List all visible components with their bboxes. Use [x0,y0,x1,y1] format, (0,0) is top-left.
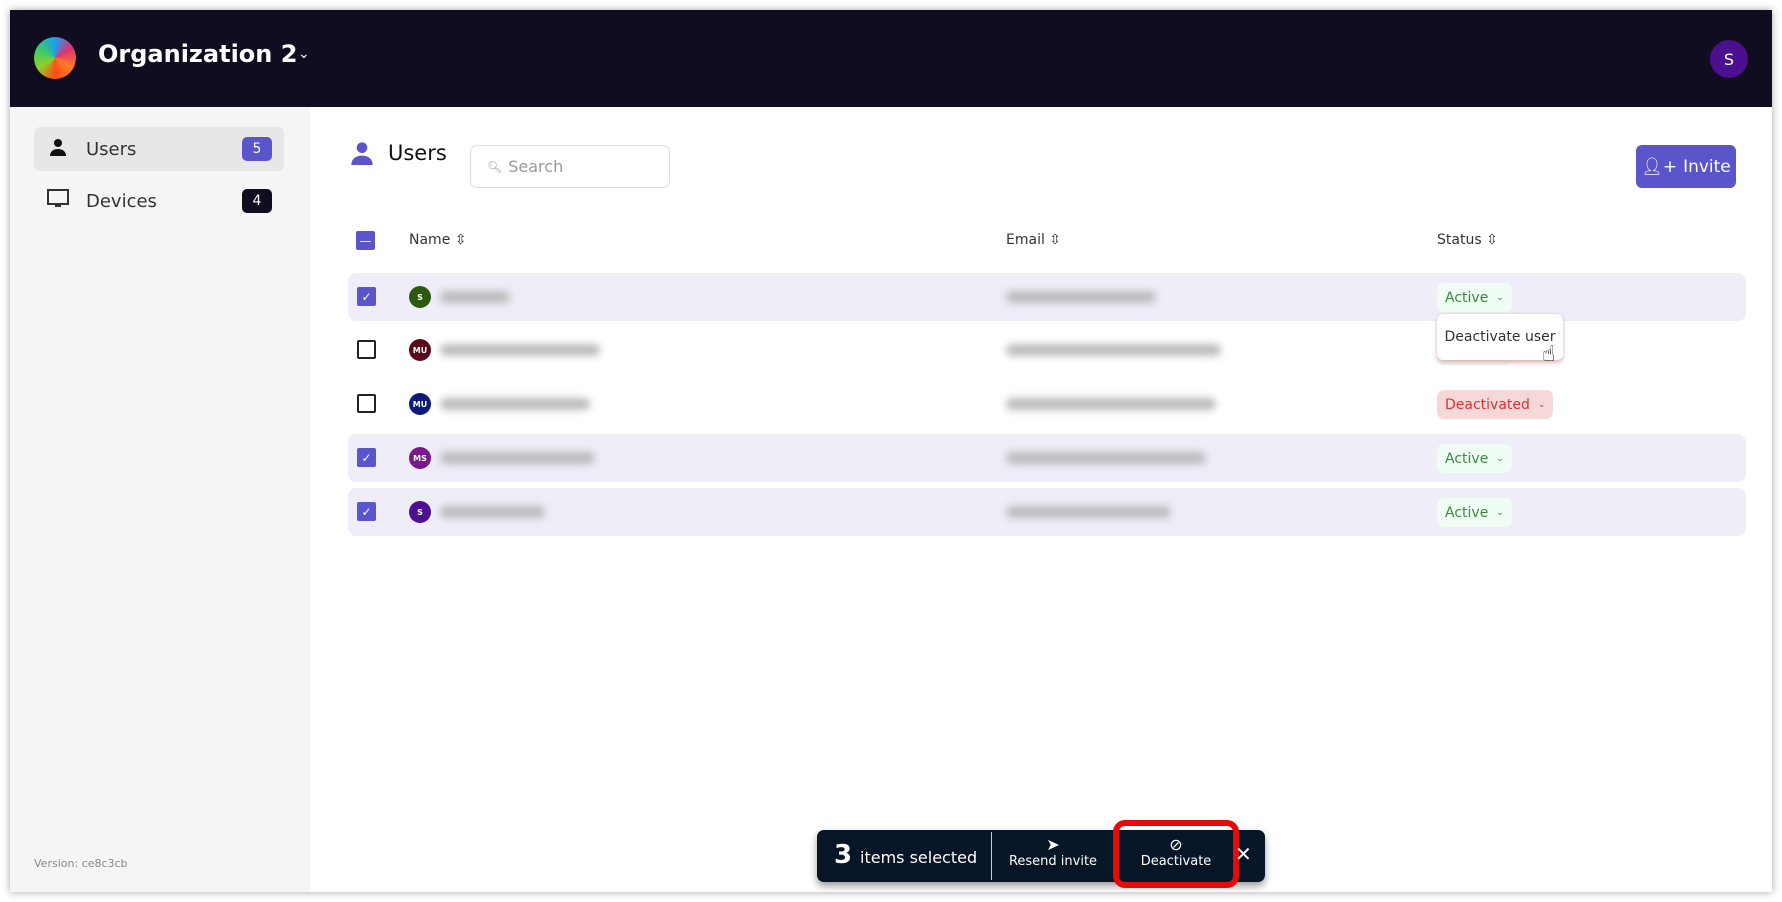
user-icon [351,142,373,165]
page-title: Users [350,141,447,165]
select-all-checkbox[interactable]: — [356,231,375,250]
row-checkbox[interactable] [357,340,376,359]
search-icon: 🔍︎ [487,159,503,174]
resend-invite-button[interactable]: ➤ Resend invite [1003,835,1103,870]
count-badge: 4 [242,189,272,213]
sidebar: Users 5 Devices 4 Version: ce8c3cb [10,107,310,892]
chevron-down-icon: ⌄ [1496,507,1504,518]
sidebar-item-label: Devices [86,190,157,212]
count-badge: 5 [242,137,272,161]
status-dropdown[interactable]: Active⌄ [1437,498,1512,527]
top-bar: Organization 2 ⌄ S [10,10,1772,107]
search-input[interactable]: 🔍︎ Search [470,145,670,188]
user-email-redacted [1006,398,1216,410]
avatar: S [409,286,431,308]
row-checkbox[interactable] [357,394,376,413]
main-content: Users 🔍︎ Search 👤︎+ Invite — Name ⇳ Emai… [310,107,1772,892]
chevron-down-icon: ⌄ [1496,453,1504,464]
table-row[interactable]: ✓ MS Active ⌄ [348,434,1746,482]
sidebar-item-label: Users [86,138,137,160]
bulk-action-bar: 3 items selected ➤ Resend invite ⊘ Deact… [817,820,1265,888]
user-icon [46,138,70,161]
status-dropdown[interactable]: Active⌄ [1437,283,1512,312]
selected-count: 3 [834,840,853,870]
avatar: MU [409,393,431,415]
sidebar-item-users[interactable]: Users 5 [34,127,284,171]
status-dropdown[interactable]: Deactivated ⌄ [1437,390,1554,419]
table-row[interactable]: ✓ S Active ⌄ [348,488,1746,536]
selected-label: items selected [860,848,978,867]
column-status[interactable]: Status ⇳ [1437,232,1498,248]
version-text: Version: ce8c3cb [34,857,128,870]
avatar: MU [409,339,431,361]
status-dropdown[interactable]: Active⌄ [1437,444,1512,473]
app-window: Organization 2 ⌄ S Users 5 Devices 4 Ver… [10,10,1772,892]
close-icon[interactable]: ✕ [1235,842,1252,866]
hand-cursor-icon: ☝ [1542,342,1556,367]
avatar: S [409,501,431,523]
chevron-down-icon[interactable]: ⌄ [298,46,310,62]
column-email[interactable]: Email ⇳ [1006,232,1061,248]
row-checkbox[interactable]: ✓ [357,287,376,306]
search-placeholder: Search [508,157,564,176]
invite-button[interactable]: 👤︎+ Invite [1636,145,1736,188]
divider [991,832,992,880]
table-row[interactable]: MU Deactivated ⌄ [348,380,1746,428]
table-header: — Name ⇳ Email ⇳ Status ⇳ [348,222,1746,258]
column-name[interactable]: Name ⇳ [409,232,467,248]
org-name[interactable]: Organization 2 [98,40,297,68]
user-email-redacted [1006,506,1171,518]
user-email-redacted [1006,452,1206,464]
user-email-redacted [1006,344,1221,356]
user-email-redacted [1006,291,1156,303]
row-checkbox[interactable]: ✓ [357,448,376,467]
invite-label: Invite [1683,156,1731,177]
row-checkbox[interactable]: ✓ [357,502,376,521]
user-avatar[interactable]: S [1710,40,1748,78]
avatar: MS [409,447,431,469]
user-name-redacted [440,291,510,303]
sidebar-item-devices[interactable]: Devices 4 [34,179,284,223]
add-user-icon: 👤︎+ [1641,156,1678,177]
user-name-redacted [440,344,600,356]
chevron-down-icon: ⌄ [1496,292,1504,303]
monitor-icon [46,188,70,214]
user-name-redacted [440,398,590,410]
page-title-text: Users [388,141,447,165]
chevron-down-icon: ⌄ [1537,399,1546,410]
org-logo [34,37,76,79]
user-name-redacted [440,452,595,464]
user-name-redacted [440,506,545,518]
send-icon: ➤ [1046,835,1060,854]
highlight-box [1113,820,1239,888]
